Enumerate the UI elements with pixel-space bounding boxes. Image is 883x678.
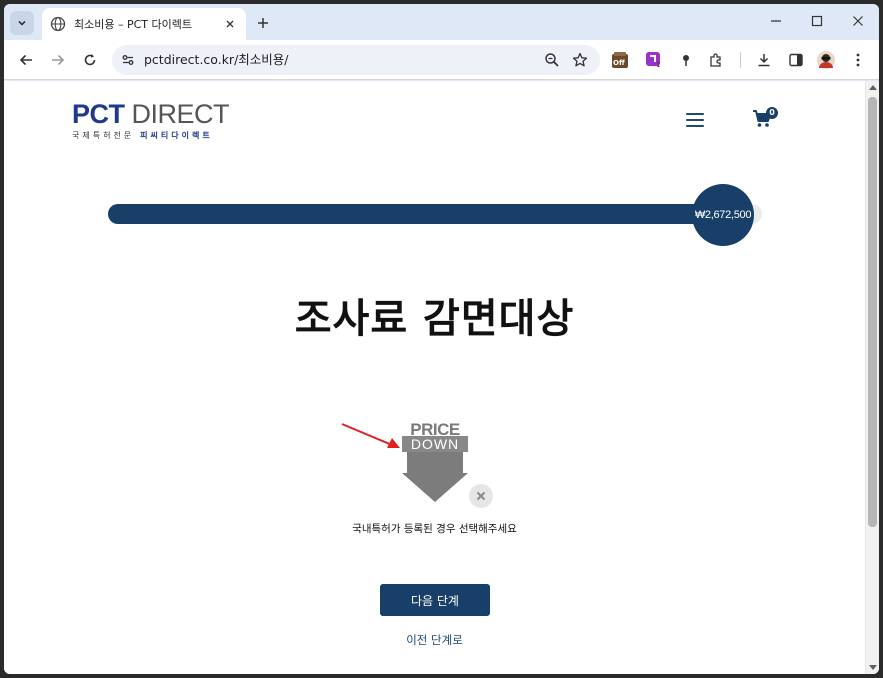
browser-window: 최소비용 – PCT 다이렉트 pctdirect.co.kr/최소비용/ Of…: [4, 4, 879, 674]
extension-purple-icon[interactable]: 1: [644, 50, 664, 70]
profile-avatar[interactable]: [816, 50, 836, 70]
side-panel-icon[interactable]: [786, 50, 806, 70]
forward-button[interactable]: [48, 50, 68, 70]
url-text[interactable]: pctdirect.co.kr/최소비용/: [144, 45, 289, 75]
hamburger-menu-icon[interactable]: [686, 113, 704, 127]
download-icon[interactable]: [754, 50, 774, 70]
scrollbar-thumb[interactable]: [868, 97, 877, 527]
close-window-button[interactable]: [844, 10, 872, 32]
price-down-option-icon[interactable]: PRICE DOWN: [402, 421, 474, 505]
reload-button[interactable]: [80, 50, 100, 70]
pin-icon[interactable]: [676, 50, 696, 70]
browser-tab-active[interactable]: 최소비용 – PCT 다이렉트: [42, 8, 246, 40]
price-bubble: ₩2,672,500: [692, 184, 754, 246]
plus-icon: [258, 18, 268, 28]
price-down-bottom-text: DOWN: [402, 436, 468, 452]
close-icon: [853, 16, 863, 26]
scroll-down-icon[interactable]: [869, 665, 877, 670]
extension-off-label: Off: [613, 59, 625, 67]
close-icon: [476, 491, 486, 501]
option-label[interactable]: 국내특허가 등록된 경우 선택해주세요: [4, 521, 865, 536]
site-logo[interactable]: PCT DIRECT 국제특허전문 피씨티다이렉트: [72, 101, 242, 141]
maximize-button[interactable]: [803, 10, 831, 32]
extension-off-icon[interactable]: Off: [610, 50, 630, 70]
bookmark-star-icon[interactable]: [572, 52, 588, 68]
minimize-button[interactable]: [762, 10, 790, 32]
logo-suffix: DIRECT: [124, 99, 230, 129]
tab-title: 최소비용 – PCT 다이렉트: [74, 18, 192, 31]
cart-button[interactable]: 0: [752, 107, 778, 131]
tab-strip: 최소비용 – PCT 다이렉트: [4, 4, 879, 40]
logo-subtitle: 국제특허전문: [72, 131, 135, 140]
next-step-button[interactable]: 다음 단계: [380, 584, 490, 616]
page-scrollbar[interactable]: [865, 81, 879, 674]
arrow-right-icon: [52, 54, 65, 66]
address-bar[interactable]: pctdirect.co.kr/최소비용/: [112, 45, 600, 75]
new-tab-button[interactable]: [252, 12, 274, 34]
extension-badge: 1: [656, 61, 661, 69]
extensions-puzzle-icon[interactable]: [706, 50, 726, 70]
maximize-icon: [811, 15, 823, 27]
progress-bar: [108, 204, 762, 224]
page-viewport: PCT DIRECT 국제특허전문 피씨티다이렉트 0 ₩2,672,500 조사…: [4, 81, 879, 674]
browser-toolbar: pctdirect.co.kr/최소비용/ Off 1: [4, 40, 879, 80]
tab-close-icon[interactable]: [222, 16, 238, 32]
tab-search-button[interactable]: [10, 11, 34, 35]
toolbar-divider: [740, 52, 741, 68]
step-heading: 조사료 감면대상: [294, 296, 575, 342]
back-button[interactable]: [16, 50, 36, 70]
annotation-arrow-icon: [341, 423, 400, 448]
progress-fill: [108, 204, 743, 224]
zoom-icon[interactable]: [544, 52, 560, 68]
cart-count-badge: 0: [766, 107, 778, 119]
deselect-option-button[interactable]: [469, 484, 493, 508]
globe-icon: [50, 16, 66, 32]
site-info-icon[interactable]: [120, 52, 136, 68]
chevron-down-icon: [18, 20, 26, 26]
logo-prefix: PCT: [72, 99, 125, 129]
logo-brand: 피씨티다이렉트: [140, 131, 213, 140]
scroll-up-icon[interactable]: [869, 85, 877, 90]
previous-step-link[interactable]: 이전 단계로: [4, 632, 865, 648]
more-menu-icon[interactable]: [848, 50, 868, 70]
minimize-icon: [771, 20, 781, 22]
arrow-left-icon: [19, 54, 32, 66]
reload-icon: [84, 54, 96, 66]
